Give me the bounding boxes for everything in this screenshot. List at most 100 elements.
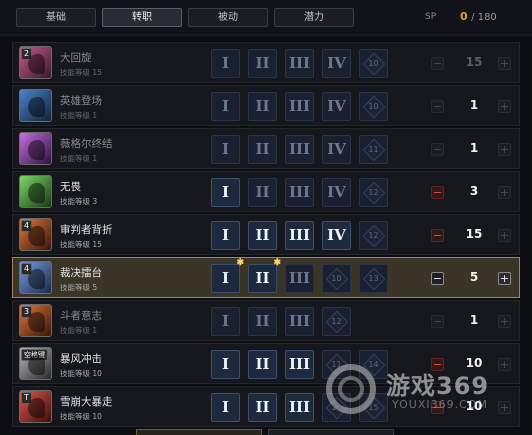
rune-2[interactable]: II — [248, 135, 277, 164]
tab-advancement[interactable]: 转职 — [102, 8, 182, 27]
rune-1[interactable]: I — [211, 49, 240, 78]
rune-3[interactable]: III — [285, 393, 314, 422]
rune-4[interactable]: 12 — [322, 307, 351, 336]
sp-total: / 180 — [471, 12, 497, 23]
increase-button[interactable]: + — [498, 229, 511, 242]
increase-button[interactable]: + — [498, 100, 511, 113]
rune-3[interactable]: III — [285, 221, 314, 250]
skill-points: 1 — [469, 313, 479, 327]
skill-row[interactable]: 4 审判者背折 技能等级 15 I II III IV 12 − 15 + — [12, 214, 520, 255]
decrease-button[interactable]: − — [431, 272, 444, 285]
tab-passive[interactable]: 被动 — [188, 8, 268, 27]
rune-5[interactable]: 11 — [359, 135, 388, 164]
decrease-button[interactable]: − — [431, 57, 444, 70]
rune-1[interactable]: I — [211, 178, 240, 207]
rune-5[interactable]: 13 — [359, 264, 388, 293]
fighter-will-icon: 3 — [19, 304, 52, 337]
skill-row[interactable]: 英雄登场 技能等级 1 I II III IV 10 − 1 + — [12, 85, 520, 126]
rune-4[interactable]: 10 — [322, 264, 351, 293]
skill-name: 大回旋 — [60, 52, 92, 64]
rune-2[interactable]: II — [248, 49, 277, 78]
skill-level: 技能等级 1 — [60, 326, 98, 335]
rune-1[interactable]: I — [211, 350, 240, 379]
decrease-button[interactable]: − — [431, 186, 444, 199]
increase-button[interactable]: + — [498, 272, 511, 285]
skill-points: 15 — [465, 55, 483, 69]
skill-name: 斗者意志 — [60, 310, 102, 322]
rune-3[interactable]: III — [285, 307, 314, 336]
rune-4[interactable]: IV — [322, 221, 351, 250]
skill-row-selected[interactable]: 4 裁决擂台 技能等级 5 I ✱ II ✱ III 10 13 − 5 + — [12, 257, 520, 298]
increase-button[interactable]: + — [498, 57, 511, 70]
increase-button[interactable]: + — [498, 315, 511, 328]
sp-counter: 0 / 180 — [460, 10, 497, 23]
skill-tab-bar: 基础 转职 被动 潜力 SP 0 / 180 — [0, 0, 532, 36]
finisher-icon — [19, 132, 52, 165]
spin-attack-icon: 2 — [19, 46, 52, 79]
rune-3[interactable]: III — [285, 178, 314, 207]
tab-basic[interactable]: 基础 — [16, 8, 96, 27]
skill-level: 技能等级 15 — [60, 240, 102, 249]
rune-5[interactable]: 10 — [359, 92, 388, 121]
avalanche-rampage-icon: T — [19, 390, 52, 423]
skill-name: 无畏 — [60, 181, 81, 193]
rune-4[interactable]: IV — [322, 92, 351, 121]
increase-button[interactable]: + — [498, 186, 511, 199]
decrease-button[interactable]: − — [431, 229, 444, 242]
rune-5[interactable]: 12 — [359, 221, 388, 250]
rune-4[interactable]: IV — [322, 49, 351, 78]
skill-row[interactable]: 3 斗者意志 技能等级 1 I II III 12 − 1 + — [12, 300, 520, 341]
rune-3[interactable]: III — [285, 135, 314, 164]
rune-3[interactable]: III — [285, 49, 314, 78]
rune-2[interactable]: II — [248, 307, 277, 336]
rune-4[interactable]: IV — [322, 135, 351, 164]
rune-2[interactable]: II — [248, 92, 277, 121]
rune-1[interactable]: I — [211, 135, 240, 164]
skill-level: 技能等级 10 — [60, 369, 102, 378]
tab-potential[interactable]: 潜力 — [274, 8, 354, 27]
skill-row[interactable]: 薇格尔终结 技能等级 1 I II III IV 11 − 1 + — [12, 128, 520, 169]
confirm-button[interactable] — [136, 429, 262, 435]
judgment-arena-icon: 4 — [19, 261, 52, 294]
sp-label: SP — [425, 12, 437, 22]
sp-current: 0 — [460, 10, 468, 23]
skill-row[interactable]: 无畏 技能等级 3 I II III IV 12 − 3 + — [12, 171, 520, 212]
hero-entrance-icon — [19, 89, 52, 122]
skill-points: 5 — [469, 270, 479, 284]
decrease-button[interactable]: − — [431, 315, 444, 328]
rune-2[interactable]: II — [248, 350, 277, 379]
skill-level: 技能等级 1 — [60, 154, 98, 163]
skill-name: 审判者背折 — [60, 224, 113, 236]
rune-3[interactable]: III — [285, 350, 314, 379]
rune-5[interactable]: 12 — [359, 178, 388, 207]
storm-impact-icon: 空格键 — [19, 347, 52, 380]
rune-1[interactable]: I — [211, 393, 240, 422]
watermark-text: 游戏369 — [386, 372, 490, 400]
rune-2[interactable]: II — [248, 178, 277, 207]
fearless-icon — [19, 175, 52, 208]
skill-name: 雪崩大暴走 — [60, 396, 113, 408]
skill-name: 暴风冲击 — [60, 353, 102, 365]
rune-1[interactable]: I — [211, 307, 240, 336]
star-icon: ✱ — [273, 258, 281, 268]
skill-points: 1 — [469, 141, 479, 155]
rune-3[interactable]: III — [285, 264, 314, 293]
rune-2[interactable]: II — [248, 393, 277, 422]
rune-1[interactable]: I ✱ — [211, 259, 244, 293]
skill-level: 技能等级 3 — [60, 197, 98, 206]
skill-row[interactable]: 2 大回旋 技能等级 15 I II III IV 10 − 15 + — [12, 42, 520, 83]
skill-name: 英雄登场 — [60, 95, 102, 107]
rune-5[interactable]: 10 — [359, 49, 388, 78]
decrease-button[interactable]: − — [431, 143, 444, 156]
rune-1[interactable]: I — [211, 221, 240, 250]
decrease-button[interactable]: − — [431, 100, 444, 113]
rune-3[interactable]: III — [285, 92, 314, 121]
increase-button[interactable]: + — [498, 143, 511, 156]
judge-backbreak-icon: 4 — [19, 218, 52, 251]
rune-2[interactable]: II ✱ — [248, 259, 281, 293]
rune-4[interactable]: IV — [322, 178, 351, 207]
rune-1[interactable]: I — [211, 92, 240, 121]
watermark-url: YOUXI369.COM — [392, 398, 488, 411]
rune-2[interactable]: II — [248, 221, 277, 250]
skill-level: 技能等级 10 — [60, 412, 102, 421]
